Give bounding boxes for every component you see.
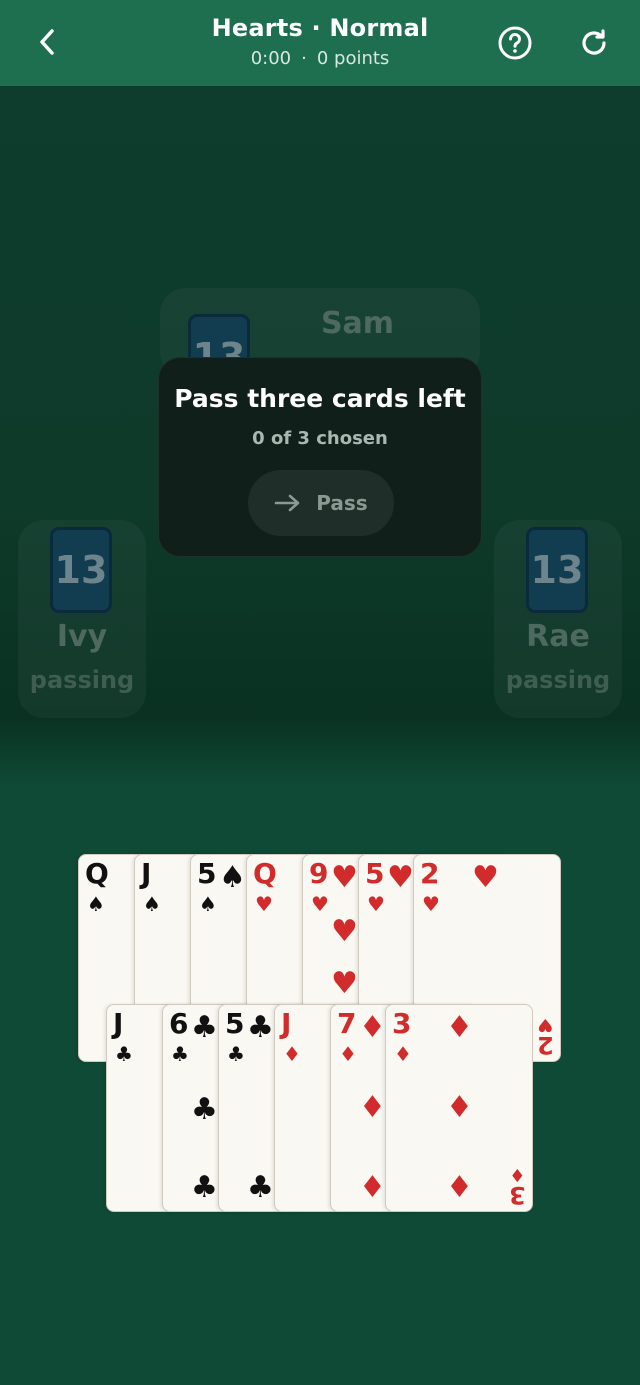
- card-rank: J: [113, 1007, 124, 1040]
- card-rank: 7: [337, 1007, 357, 1040]
- opponent-left-status: passing: [29, 666, 135, 694]
- heart-icon: ♥: [387, 860, 414, 895]
- arrow-right-icon: [274, 494, 300, 512]
- club-icon: ♣: [115, 1042, 133, 1066]
- card-rank: 2: [420, 857, 440, 890]
- reload-button[interactable]: [576, 25, 612, 61]
- club-icon: ♣: [171, 1042, 189, 1066]
- card-rank: 6: [169, 1007, 189, 1040]
- spade-icon: ♠: [87, 892, 105, 916]
- diamond-icon: ♦: [359, 1170, 386, 1205]
- spade-icon: ♠: [219, 860, 246, 895]
- card-3-diamonds[interactable]: 3 ♦ ♦ ♦ ♦ 3 ♦: [385, 1004, 533, 1212]
- card-rank: 9: [309, 857, 329, 890]
- card-corner: 2 ♥: [537, 1014, 554, 1059]
- card-rank: J: [281, 1007, 292, 1040]
- spade-icon: ♠: [143, 892, 161, 916]
- heart-icon: ♥: [255, 892, 273, 916]
- pass-dialog: Pass three cards left 0 of 3 chosen Pass: [158, 357, 482, 557]
- card-rank: Q: [253, 857, 277, 890]
- opponent-left-name: Ivy: [56, 619, 108, 654]
- club-icon: ♣: [191, 1010, 218, 1045]
- club-icon: ♣: [247, 1010, 274, 1045]
- diamond-icon: ♦: [394, 1042, 412, 1066]
- card-rank: J: [141, 857, 152, 890]
- club-icon: ♣: [191, 1170, 218, 1205]
- opponent-right-card-back: 13: [526, 527, 588, 613]
- diamond-icon: ♦: [446, 1170, 473, 1205]
- opponent-right: 13 Rae passing: [494, 520, 622, 718]
- opponent-left: 13 Ivy passing: [18, 520, 146, 718]
- diamond-icon: ♦: [446, 1010, 473, 1045]
- diamond-icon: ♦: [509, 1164, 526, 1185]
- card-rank: 3: [392, 1007, 412, 1040]
- pass-button-label: Pass: [316, 491, 368, 515]
- heart-icon: ♥: [422, 892, 440, 916]
- help-circle-icon: [498, 26, 532, 60]
- opponent-right-card-count: 13: [530, 548, 584, 592]
- club-icon: ♣: [191, 1092, 218, 1127]
- game-title: Hearts · Normal: [211, 14, 429, 42]
- card-corner: 3 ♦: [509, 1164, 526, 1209]
- game-status: 0:00 · 0 points: [0, 48, 640, 69]
- top-bar: Hearts · Normal 0:00 · 0 points: [0, 0, 640, 86]
- club-icon: ♣: [227, 1042, 245, 1066]
- diamond-icon: ♦: [446, 1090, 473, 1125]
- diamond-icon: ♦: [359, 1090, 386, 1125]
- heart-icon: ♥: [367, 892, 385, 916]
- title-block: Hearts · Normal 0:00 · 0 points: [0, 14, 640, 69]
- opponent-right-status: passing: [505, 666, 611, 694]
- spade-icon: ♠: [199, 892, 217, 916]
- heart-icon: ♥: [331, 966, 358, 1001]
- opponent-top-name: Sam: [320, 306, 395, 341]
- opponent-left-card-back: 13: [50, 527, 112, 613]
- opponent-left-card-count: 13: [54, 548, 108, 592]
- help-button[interactable]: [497, 25, 533, 61]
- heart-icon: ♥: [331, 914, 358, 949]
- points: 0 points: [316, 48, 390, 69]
- club-icon: ♣: [247, 1170, 274, 1205]
- card-rank: 5: [225, 1007, 245, 1040]
- separator: ·: [301, 48, 307, 69]
- heart-icon: ♥: [472, 860, 499, 895]
- pass-button[interactable]: Pass: [248, 470, 394, 536]
- card-rank: 5: [197, 857, 217, 890]
- card-rank: 2: [537, 1031, 554, 1059]
- diamond-icon: ♦: [283, 1042, 301, 1066]
- reload-icon: [582, 29, 606, 55]
- pass-dialog-title: Pass three cards left: [174, 384, 466, 413]
- heart-icon: ♥: [311, 892, 329, 916]
- opponent-right-name: Rae: [526, 619, 590, 654]
- diamond-icon: ♦: [359, 1010, 386, 1045]
- card-rank: 3: [509, 1181, 526, 1209]
- diamond-icon: ♦: [339, 1042, 357, 1066]
- heart-icon: ♥: [331, 860, 358, 895]
- heart-icon: ♥: [537, 1014, 554, 1035]
- timer: 0:00: [250, 48, 292, 69]
- card-rank: Q: [85, 857, 109, 890]
- card-rank: 5: [365, 857, 385, 890]
- pass-dialog-count: 0 of 3 chosen: [252, 428, 388, 449]
